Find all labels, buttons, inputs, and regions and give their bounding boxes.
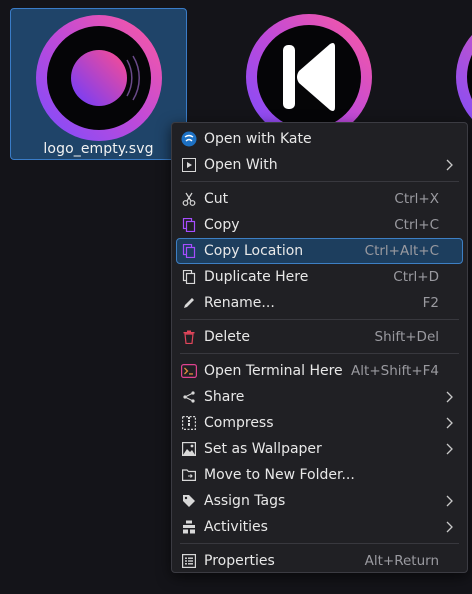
copy-icon: [181, 217, 197, 233]
menu-label: Open With: [204, 157, 278, 173]
open-with-icon: [181, 157, 197, 173]
menu-shortcut: Ctrl+C: [394, 217, 439, 233]
menu-item-properties[interactable]: Properties Alt+Return: [176, 548, 463, 574]
menu-label: Properties: [204, 553, 275, 569]
pencil-icon: [181, 295, 197, 311]
properties-icon: [181, 553, 197, 569]
menu-shortcut: F2: [422, 295, 439, 311]
share-icon: [181, 389, 197, 405]
menu-shortcut: Alt+Shift+F4: [351, 363, 439, 379]
chevron-right-icon: [446, 521, 453, 533]
menu-separator: [180, 353, 459, 354]
menu-item-move-to-new-folder[interactable]: Move to New Folder...: [176, 462, 463, 488]
menu-label: Duplicate Here: [204, 269, 309, 285]
activities-icon: [181, 519, 197, 535]
chevron-right-icon: [446, 417, 453, 429]
chevron-right-icon: [446, 391, 453, 403]
menu-label: Open Terminal Here: [204, 363, 343, 379]
menu-separator: [180, 543, 459, 544]
menu-label: Rename...: [204, 295, 275, 311]
context-menu: Open with Kate Open With Cut Ctrl+X Copy…: [171, 122, 468, 573]
menu-item-open-terminal[interactable]: Open Terminal Here Alt+Shift+F4: [176, 358, 463, 384]
desktop-canvas: logo_empty.svg Open with Kate Open With …: [0, 0, 472, 594]
menu-item-copy-location[interactable]: Copy Location Ctrl+Alt+C: [176, 238, 463, 264]
menu-item-activities[interactable]: Activities: [176, 514, 463, 540]
menu-item-copy[interactable]: Copy Ctrl+C: [176, 212, 463, 238]
menu-item-compress[interactable]: Compress: [176, 410, 463, 436]
menu-shortcut: Shift+Del: [374, 329, 439, 345]
menu-item-assign-tags[interactable]: Assign Tags: [176, 488, 463, 514]
file-item-logo-empty[interactable]: logo_empty.svg: [10, 8, 187, 160]
menu-item-delete[interactable]: Delete Shift+Del: [176, 324, 463, 350]
terminal-icon: [181, 363, 197, 379]
trash-icon: [181, 329, 197, 345]
menu-item-share[interactable]: Share: [176, 384, 463, 410]
menu-label: Assign Tags: [204, 493, 286, 509]
menu-item-open-with[interactable]: Open With: [176, 152, 463, 178]
menu-label: Cut: [204, 191, 229, 207]
menu-item-duplicate-here[interactable]: Duplicate Here Ctrl+D: [176, 264, 463, 290]
menu-shortcut: Ctrl+Alt+C: [364, 243, 439, 259]
scissors-icon: [181, 191, 197, 207]
menu-item-cut[interactable]: Cut Ctrl+X: [176, 186, 463, 212]
menu-label: Move to New Folder...: [204, 467, 355, 483]
menu-label: Compress: [204, 415, 274, 431]
menu-shortcut: Ctrl+D: [393, 269, 439, 285]
menu-label: Delete: [204, 329, 250, 345]
menu-separator: [180, 181, 459, 182]
menu-label: Set as Wallpaper: [204, 441, 322, 457]
vinyl-record-icon: [36, 15, 162, 141]
menu-item-open-with-kate[interactable]: Open with Kate: [176, 126, 463, 152]
compress-icon: [181, 415, 197, 431]
menu-label: Copy: [204, 217, 240, 233]
chevron-right-icon: [446, 443, 453, 455]
menu-item-set-wallpaper[interactable]: Set as Wallpaper: [176, 436, 463, 462]
tag-icon: [181, 493, 197, 509]
file-name-label: logo_empty.svg: [43, 141, 154, 157]
chevron-right-icon: [446, 495, 453, 507]
menu-shortcut: Alt+Return: [364, 553, 439, 569]
menu-label: Activities: [204, 519, 268, 535]
chevron-right-icon: [446, 159, 453, 171]
image-icon: [181, 441, 197, 457]
menu-shortcut: Ctrl+X: [394, 191, 439, 207]
menu-separator: [180, 319, 459, 320]
menu-label: Copy Location: [204, 243, 304, 259]
menu-label: Open with Kate: [204, 131, 312, 147]
duplicate-icon: [181, 269, 197, 285]
folder-move-icon: [181, 467, 197, 483]
copy-location-icon: [181, 243, 197, 259]
menu-item-rename[interactable]: Rename... F2: [176, 290, 463, 316]
menu-label: Share: [204, 389, 245, 405]
kate-icon: [181, 131, 197, 147]
